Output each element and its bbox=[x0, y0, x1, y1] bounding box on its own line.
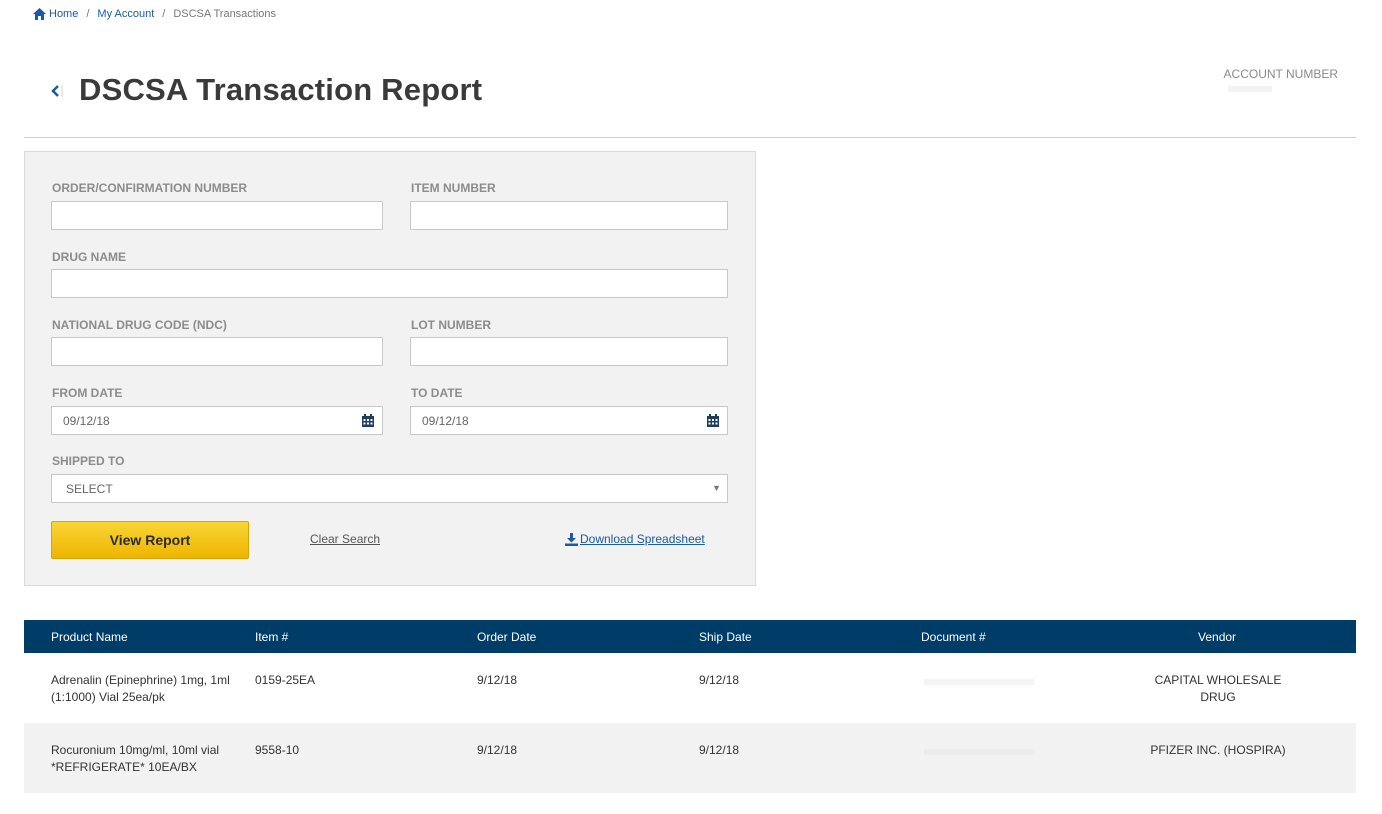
drug-name-input[interactable] bbox=[51, 269, 728, 298]
shipped-to-value: SELECT bbox=[66, 481, 113, 496]
vendor-line: DRUG bbox=[1200, 690, 1236, 704]
calendar-icon[interactable] bbox=[707, 414, 719, 427]
product-name-cell: Rocuronium 10mg/ml, 10ml vial *REFRIGERA… bbox=[51, 742, 219, 776]
breadcrumb-separator: / bbox=[86, 8, 90, 20]
home-icon bbox=[33, 8, 46, 20]
document-number-cell bbox=[924, 749, 1034, 755]
column-header-item[interactable]: Item # bbox=[255, 630, 288, 644]
vendor-cell: PFIZER INC. (HOSPIRA) bbox=[1118, 742, 1318, 759]
header-divider bbox=[24, 137, 1356, 138]
from-date-value: 09/12/18 bbox=[63, 413, 110, 428]
shipped-to-select[interactable]: SELECT ▼ bbox=[51, 474, 728, 503]
ship-date-cell: 9/12/18 bbox=[699, 673, 740, 687]
document-number-cell bbox=[924, 679, 1034, 685]
results-table: Product Name Item # Order Date Ship Date… bbox=[24, 620, 1356, 793]
shipped-to-label: SHIPPED TO bbox=[52, 454, 125, 468]
view-report-button[interactable]: View Report bbox=[51, 521, 249, 559]
chevron-left-icon[interactable] bbox=[50, 82, 64, 100]
item-number-cell: 9558-10 bbox=[255, 743, 300, 757]
download-icon bbox=[565, 532, 578, 546]
product-name-line: Adrenalin (Epinephrine) 1mg, 1ml bbox=[51, 673, 230, 687]
product-name-line: *REFRIGERATE* 10EA/BX bbox=[51, 760, 197, 774]
column-header-vendor[interactable]: Vendor bbox=[1198, 630, 1236, 644]
table-row[interactable]: Rocuronium 10mg/ml, 10ml vial *REFRIGERA… bbox=[24, 723, 1356, 793]
search-panel: ORDER/CONFIRMATION NUMBER ITEM NUMBER DR… bbox=[24, 151, 756, 586]
to-date-value: 09/12/18 bbox=[422, 413, 469, 428]
from-date-input[interactable]: 09/12/18 bbox=[51, 406, 383, 435]
clear-search-link[interactable]: Clear Search bbox=[310, 532, 380, 546]
order-date-cell: 9/12/18 bbox=[477, 673, 518, 687]
product-name-cell: Adrenalin (Epinephrine) 1mg, 1ml (1:1000… bbox=[51, 672, 230, 706]
table-row[interactable]: Adrenalin (Epinephrine) 1mg, 1ml (1:1000… bbox=[24, 653, 1356, 723]
breadcrumb: Home / My Account / DSCSA Transactions bbox=[33, 8, 276, 20]
order-number-label: ORDER/CONFIRMATION NUMBER bbox=[52, 181, 248, 195]
product-name-line: Rocuronium 10mg/ml, 10ml vial bbox=[51, 743, 220, 757]
page-title: DSCSA Transaction Report bbox=[79, 72, 483, 107]
vendor-cell: CAPITAL WHOLESALE DRUG bbox=[1118, 672, 1318, 706]
column-header-product-name[interactable]: Product Name bbox=[51, 630, 128, 644]
breadcrumb-my-account-link[interactable]: My Account bbox=[97, 8, 154, 20]
drug-name-label: DRUG NAME bbox=[52, 250, 126, 264]
lot-number-label: LOT NUMBER bbox=[411, 318, 491, 332]
item-number-input[interactable] bbox=[410, 201, 728, 230]
ship-date-cell: 9/12/18 bbox=[699, 743, 740, 757]
item-number-label: ITEM NUMBER bbox=[411, 181, 496, 195]
lot-number-input[interactable] bbox=[410, 337, 728, 366]
chevron-down-icon: ▼ bbox=[712, 483, 721, 493]
item-number-cell: 0159-25EA bbox=[255, 673, 316, 687]
breadcrumb-separator: / bbox=[162, 8, 166, 20]
column-header-order-date[interactable]: Order Date bbox=[477, 630, 536, 644]
breadcrumb-home-link[interactable]: Home bbox=[49, 8, 78, 20]
order-date-cell: 9/12/18 bbox=[477, 743, 518, 757]
vendor-line: PFIZER INC. (HOSPIRA) bbox=[1150, 743, 1286, 757]
table-header: Product Name Item # Order Date Ship Date… bbox=[24, 620, 1356, 653]
breadcrumb-current: DSCSA Transactions bbox=[173, 8, 277, 20]
account-number-value bbox=[1228, 86, 1272, 92]
column-header-document[interactable]: Document # bbox=[921, 630, 986, 644]
vendor-line: CAPITAL WHOLESALE bbox=[1154, 673, 1282, 687]
download-spreadsheet-label: Download Spreadsheet bbox=[580, 532, 705, 546]
download-spreadsheet-link[interactable]: Download Spreadsheet bbox=[565, 532, 705, 546]
to-date-input[interactable]: 09/12/18 bbox=[410, 406, 728, 435]
to-date-label: TO DATE bbox=[411, 386, 463, 400]
ndc-input[interactable] bbox=[51, 337, 383, 366]
order-number-input[interactable] bbox=[51, 201, 383, 230]
from-date-label: FROM DATE bbox=[52, 386, 123, 400]
account-number-label: ACCOUNT NUMBER bbox=[1223, 67, 1338, 81]
product-name-line: (1:1000) Vial 25ea/pk bbox=[51, 690, 165, 704]
column-header-ship-date[interactable]: Ship Date bbox=[699, 630, 752, 644]
ndc-label: NATIONAL DRUG CODE (NDC) bbox=[52, 318, 227, 332]
calendar-icon[interactable] bbox=[362, 414, 374, 427]
